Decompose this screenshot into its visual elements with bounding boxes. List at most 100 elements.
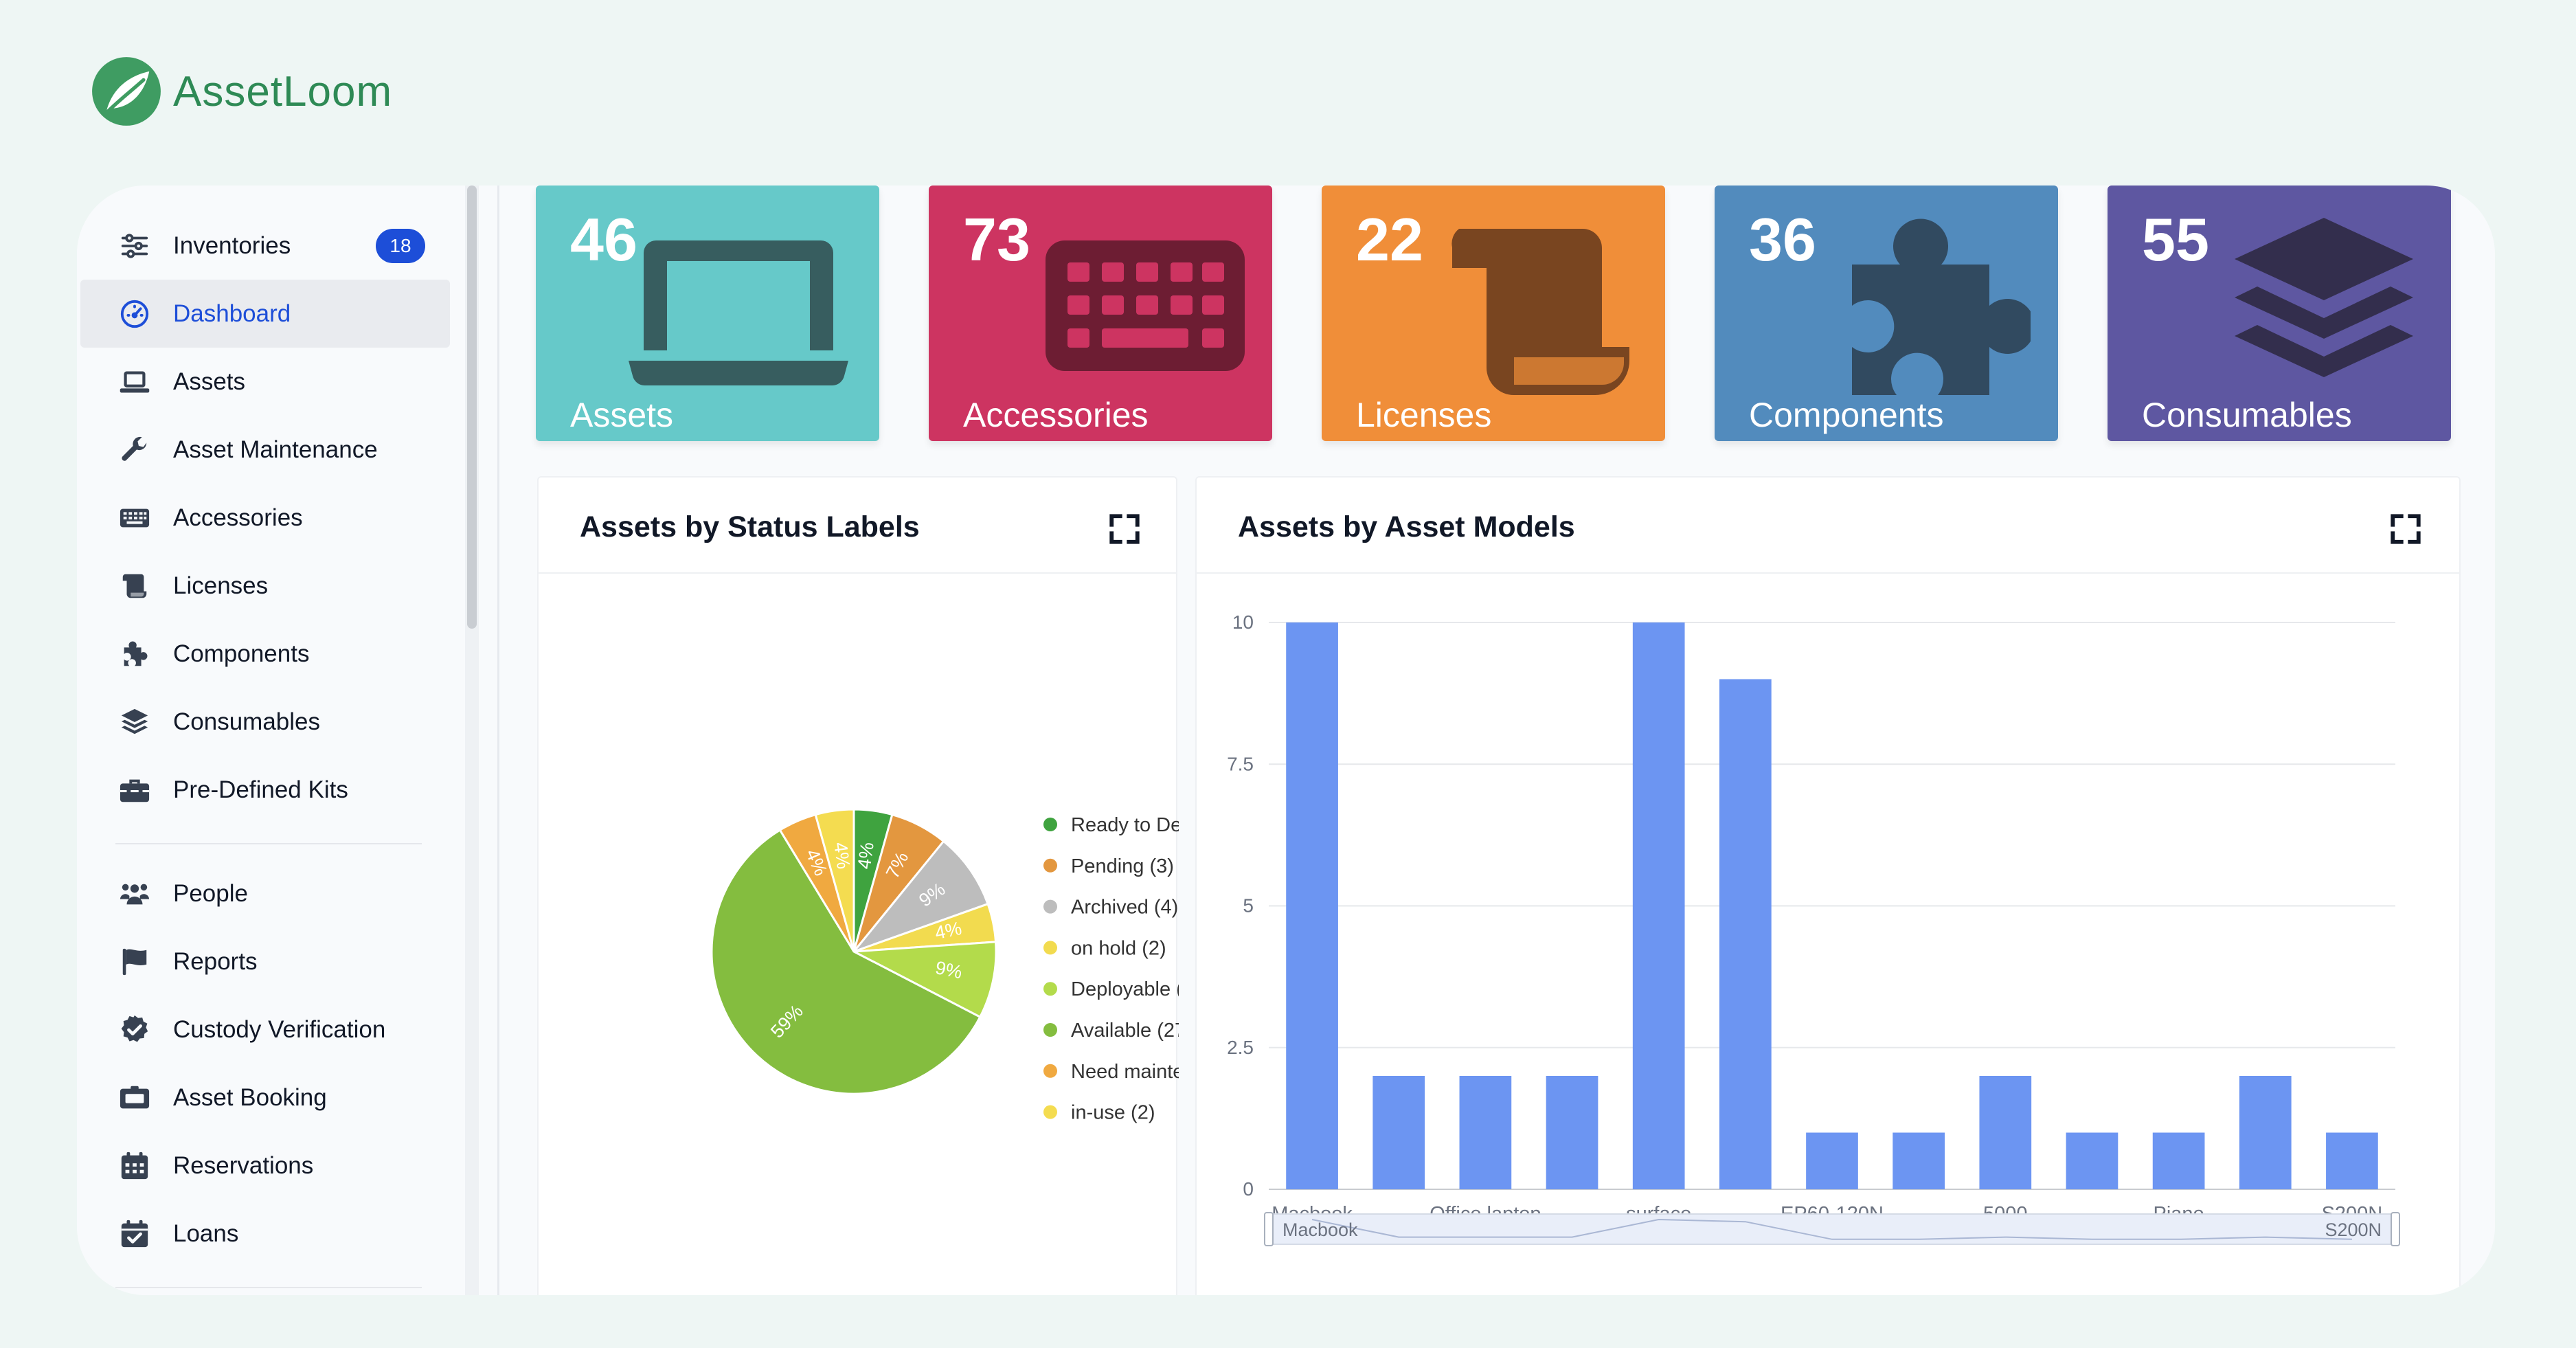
legend-swatch bbox=[1043, 899, 1057, 914]
stat-card-consumables[interactable]: 55 Consumables bbox=[2108, 186, 2451, 441]
bar[interactable] bbox=[1979, 1076, 2032, 1189]
stat-card-accessories[interactable]: 73 Accessories bbox=[929, 186, 1272, 441]
keyboard-icon bbox=[1046, 240, 1245, 371]
layers-icon bbox=[119, 706, 150, 738]
leaf-logo-icon bbox=[92, 57, 161, 126]
sidebar-item-licenses[interactable]: Licenses bbox=[80, 552, 450, 620]
bar[interactable] bbox=[1372, 1076, 1425, 1189]
sidebar-item-label: Accessories bbox=[173, 504, 303, 531]
sidebar-item-loans[interactable]: Loans bbox=[80, 1200, 450, 1268]
sidebar-item-dashboard[interactable]: Dashboard bbox=[80, 280, 450, 348]
zoom-handle-right[interactable] bbox=[2391, 1212, 2400, 1246]
sidebar-item-label: People bbox=[173, 879, 248, 907]
wrench-icon bbox=[119, 434, 150, 466]
sidebar-item-label: Pre-Defined Kits bbox=[173, 776, 348, 803]
sidebar-item-label: Custody Verification bbox=[173, 1015, 386, 1043]
bar[interactable] bbox=[1719, 679, 1772, 1190]
asset-models-bar-chart: 02.557.510MacbookOffice laptopsurfaceEP6… bbox=[1227, 611, 2400, 1246]
keyboard-icon bbox=[119, 502, 150, 534]
stat-label: Consumables bbox=[2142, 396, 2352, 434]
layers-icon bbox=[2235, 218, 2413, 377]
asset-models-panel: Assets by Asset Models 0 2.5 5 7.5 10 Macbook… bbox=[1195, 476, 2461, 1295]
y-tick-label: 0 bbox=[1243, 1178, 1254, 1200]
gauge-icon bbox=[119, 298, 150, 330]
bar[interactable] bbox=[2239, 1076, 2292, 1189]
y-tick-label: 5 bbox=[1243, 895, 1254, 917]
bar[interactable] bbox=[2066, 1132, 2119, 1190]
laptop-icon bbox=[119, 366, 150, 398]
app-frame: Inventories 18 Dashboard Assets Asset Ma… bbox=[77, 186, 2495, 1295]
sidebar: Inventories 18 Dashboard Assets Asset Ma… bbox=[77, 186, 470, 1295]
stat-card-components[interactable]: 36 Components bbox=[1715, 186, 2058, 441]
legend-label[interactable]: Need mainte... bbox=[1071, 1061, 1179, 1083]
badge-check-icon bbox=[119, 1014, 150, 1046]
app-logo[interactable]: AssetLoom bbox=[91, 54, 392, 129]
sidebar-item-pre-defined-kits[interactable]: Pre-Defined Kits bbox=[80, 756, 450, 824]
sidebar-item-label: Consumables bbox=[173, 708, 320, 735]
sidebar-item-inventories[interactable]: Inventories 18 bbox=[80, 212, 450, 280]
legend-swatch bbox=[1043, 1105, 1057, 1119]
sidebar-item-consumables[interactable]: Consumables bbox=[80, 688, 450, 756]
puzzle-icon bbox=[1852, 218, 2031, 395]
status-pie-chart: 4%7%9%4%9%59%4%4%Ready to De...Pending (… bbox=[710, 808, 1179, 1124]
sidebar-item-label: Dashboard bbox=[173, 300, 291, 327]
sidebar-item-assets[interactable]: Assets bbox=[80, 348, 450, 416]
sidebar-item-asset-maintenance[interactable]: Asset Maintenance bbox=[80, 416, 450, 484]
stat-label: Licenses bbox=[1356, 396, 1492, 434]
sidebar-item-reservations[interactable]: Reservations bbox=[80, 1132, 450, 1200]
sidebar-scrollbar[interactable] bbox=[465, 186, 479, 1295]
stat-value: 46 bbox=[570, 205, 637, 273]
legend-label[interactable]: Pending (3) bbox=[1071, 855, 1174, 877]
bar[interactable] bbox=[2152, 1132, 2205, 1190]
legend-swatch bbox=[1043, 1023, 1057, 1037]
sliders-icon bbox=[119, 230, 150, 262]
sidebar-item-asset-booking[interactable]: Asset Booking bbox=[80, 1064, 450, 1132]
bar[interactable] bbox=[1632, 622, 1685, 1189]
zoom-handle-left[interactable] bbox=[1264, 1212, 1274, 1246]
stat-label: Components bbox=[1749, 396, 1944, 434]
sidebar-item-people[interactable]: People bbox=[80, 860, 450, 928]
calendar-icon bbox=[119, 1150, 150, 1182]
legend-swatch bbox=[1043, 858, 1057, 873]
y-tick-label: 2.5 bbox=[1227, 1037, 1254, 1058]
sidebar-item-reports[interactable]: Reports bbox=[80, 928, 450, 996]
bar[interactable] bbox=[1546, 1076, 1598, 1189]
legend-label[interactable]: Available (27) bbox=[1071, 1020, 1179, 1042]
y-tick-label: 10 bbox=[1232, 611, 1254, 633]
content-divider bbox=[497, 186, 499, 1295]
sidebar-divider bbox=[115, 1287, 422, 1288]
bar[interactable] bbox=[1459, 1076, 1512, 1189]
stat-label: Assets bbox=[570, 396, 674, 434]
legend-label[interactable]: Ready to De... bbox=[1071, 814, 1179, 836]
app-name: AssetLoom bbox=[173, 67, 393, 115]
sidebar-item-accessories[interactable]: Accessories bbox=[80, 484, 450, 552]
sidebar-item-components[interactable]: Components bbox=[80, 620, 450, 688]
stat-value: 36 bbox=[1749, 205, 1816, 273]
sidebar-item-custody-verification[interactable]: Custody Verification bbox=[80, 996, 450, 1064]
sidebar-item-label: Reservations bbox=[173, 1152, 314, 1179]
legend-label[interactable]: Archived (4) bbox=[1071, 897, 1178, 919]
sidebar-item-label: Asset Maintenance bbox=[173, 436, 378, 463]
sidebar-item-label: Licenses bbox=[173, 572, 269, 599]
bar[interactable] bbox=[1286, 622, 1338, 1189]
zoom-end-label: S200N bbox=[2325, 1220, 2382, 1240]
status-labels-panel: Assets by Status Labels 4% 7% 9% 4% 9% 59% 4% 4… bbox=[537, 476, 1179, 1295]
zoom-start-label: Macbook bbox=[1283, 1220, 1358, 1240]
stat-value: 55 bbox=[2142, 205, 2209, 273]
stat-card-licenses[interactable]: 22 Licenses bbox=[1322, 186, 1665, 441]
inventories-count-badge: 18 bbox=[376, 229, 425, 263]
laptop-icon bbox=[629, 240, 848, 386]
legend-label[interactable]: on hold (2) bbox=[1071, 937, 1166, 959]
stat-card-assets[interactable]: 46 Assets bbox=[536, 186, 879, 441]
calendar-check-icon bbox=[119, 1218, 150, 1250]
sidebar-scrollbar-thumb[interactable] bbox=[467, 186, 477, 629]
legend-label[interactable]: in-use (2) bbox=[1071, 1102, 1155, 1124]
sidebar-item-label: Loans bbox=[173, 1220, 239, 1247]
pie-slice-label: 4% bbox=[854, 841, 878, 870]
legend-label[interactable]: Deployable (4) bbox=[1071, 978, 1179, 1000]
stat-value: 22 bbox=[1356, 205, 1423, 273]
bar[interactable] bbox=[1806, 1132, 1858, 1190]
bar[interactable] bbox=[1893, 1132, 1945, 1190]
bar[interactable] bbox=[2326, 1132, 2378, 1190]
sidebar-divider bbox=[115, 843, 422, 844]
